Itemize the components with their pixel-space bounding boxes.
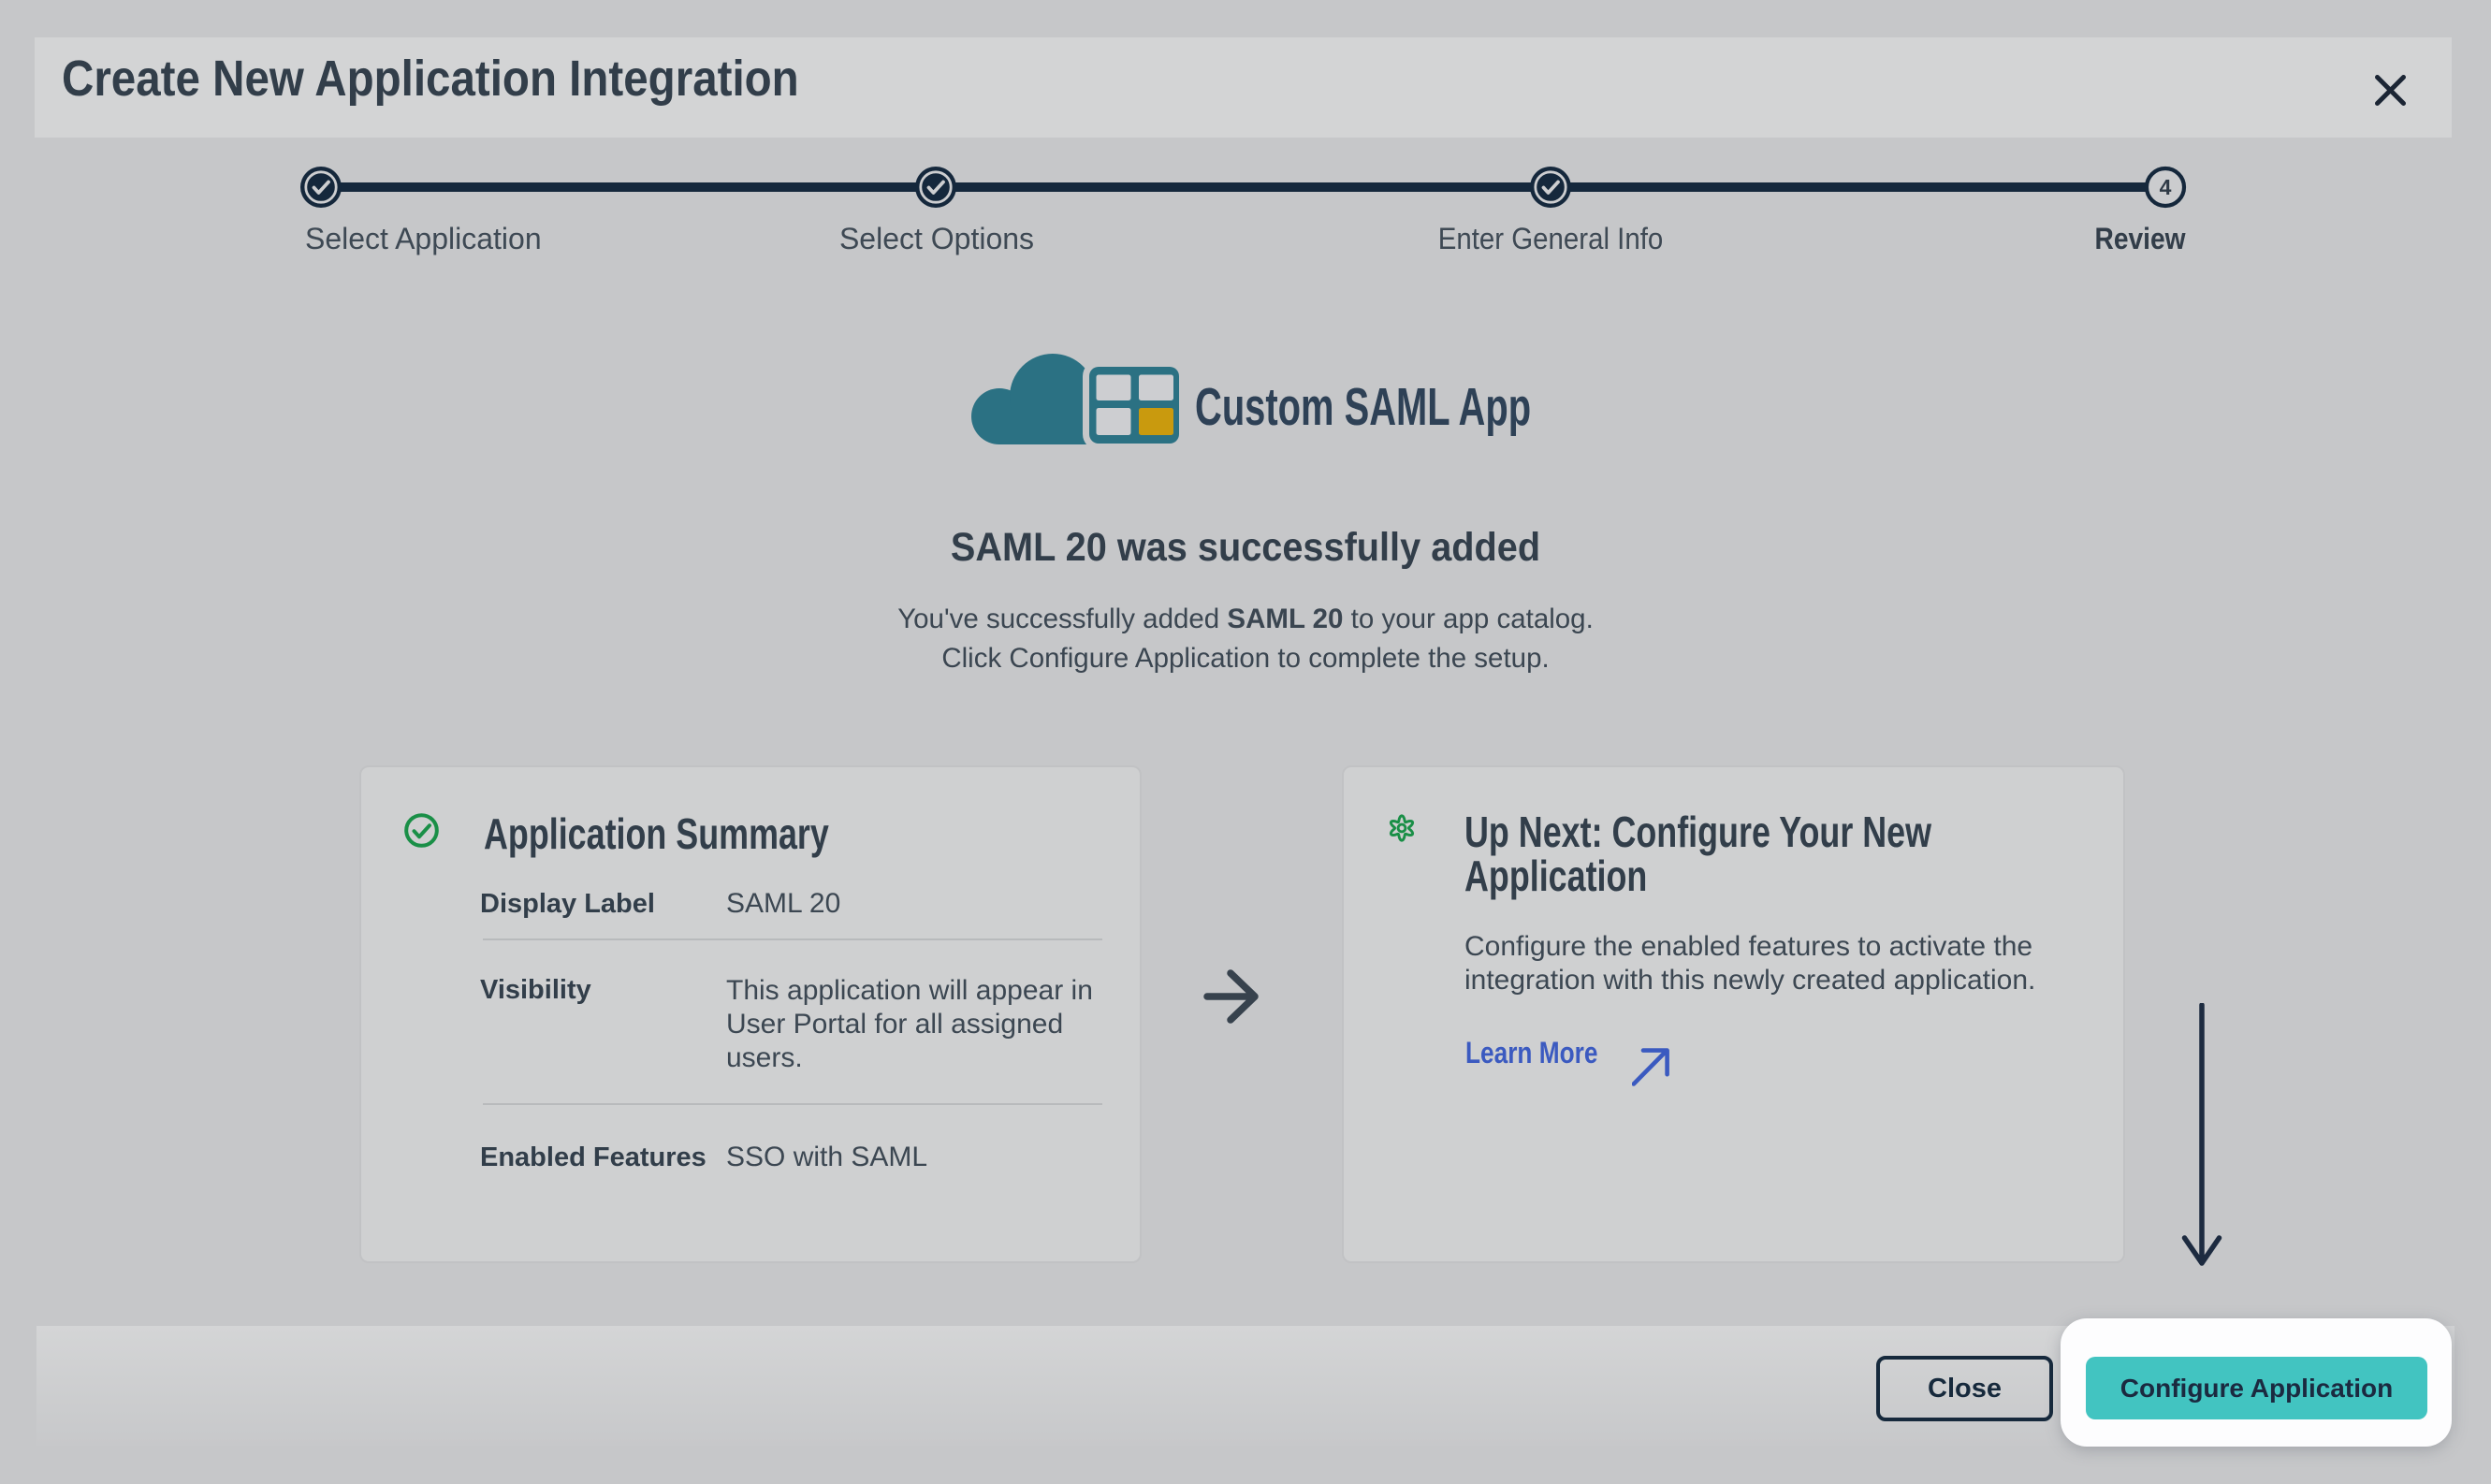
svg-text:4: 4 [2160, 175, 2172, 199]
